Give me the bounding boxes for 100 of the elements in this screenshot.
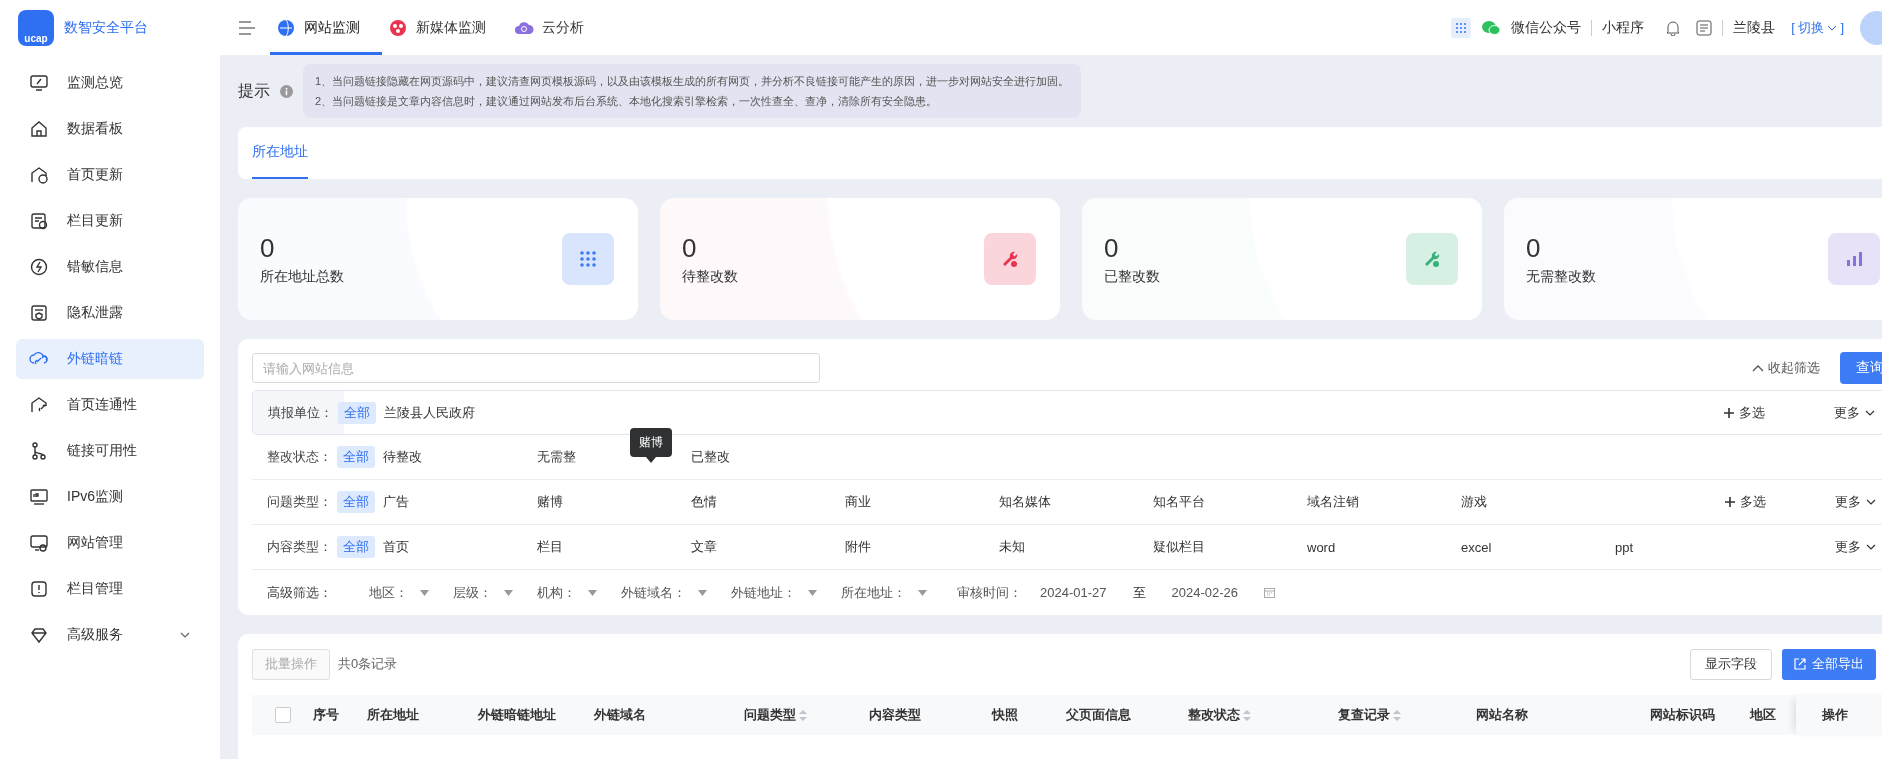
filter-option[interactable]: 广告 (383, 491, 537, 513)
filter-option[interactable]: 知名平台 (1153, 491, 1307, 513)
nav-tab[interactable]: 网站监测 (270, 0, 382, 55)
filter-option[interactable]: 待整改 (383, 446, 537, 468)
sidebar-item[interactable]: 栏目更新 (16, 201, 204, 241)
filter-option[interactable]: 栏目 (537, 536, 691, 558)
column-header: 问题类型 (736, 695, 861, 735)
menu-item-icon (29, 487, 49, 507)
dropdown[interactable]: 外链域名： (621, 583, 707, 602)
caret-down-icon (808, 589, 817, 596)
sidebar-item[interactable]: 首页连通性 (16, 385, 204, 425)
dropdown[interactable]: 机构： (537, 583, 597, 602)
filter-option[interactable]: 文章 (691, 536, 845, 558)
filter-option[interactable]: 知名媒体 (999, 491, 1153, 513)
filter-option[interactable]: 兰陵县人民政府 (384, 401, 538, 424)
filter-option[interactable]: word (1307, 537, 1461, 557)
filter-option[interactable]: 全部 (337, 446, 375, 468)
dropdown[interactable]: 外链地址： (731, 583, 817, 602)
more-button[interactable]: 更多 (1829, 492, 1882, 512)
sort-icon[interactable] (1393, 708, 1401, 722)
filter-option[interactable]: 未知 (999, 536, 1153, 558)
filter-option[interactable]: 域名注销 (1307, 491, 1461, 513)
sidebar-item[interactable]: 首页更新 (16, 155, 204, 195)
hint-label: 提示 (238, 80, 270, 101)
caret-down-icon (588, 589, 597, 596)
sidebar-item[interactable]: 错敏信息 (16, 247, 204, 287)
column-header: 内容类型 (868, 706, 922, 724)
filter-option[interactable]: 首页 (383, 536, 537, 558)
checkbox[interactable] (275, 707, 291, 723)
stat-label: 已整改数 (1104, 267, 1160, 286)
more-button[interactable]: 更多 (1829, 537, 1882, 557)
nav-tab[interactable]: 新媒体监测 (382, 0, 508, 55)
filter-option[interactable]: 全部 (337, 536, 375, 558)
menu-item-icon (29, 533, 49, 553)
app-title: 数智安全平台 (64, 18, 148, 37)
tooltip: 赌博 (630, 428, 672, 463)
filter-option[interactable]: 全部 (338, 401, 376, 424)
header-link[interactable]: 微信公众号 (1511, 18, 1582, 37)
tab[interactable]: 所在地址 (252, 127, 308, 179)
bell-icon[interactable] (1666, 19, 1681, 36)
sidebar-item[interactable]: 外链暗链 (16, 339, 204, 379)
switch-region-button[interactable]: [ 切换 ] (1785, 17, 1850, 38)
filter-option[interactable]: 赌博 (537, 491, 691, 513)
wechat-icon (1481, 19, 1502, 36)
filter-option[interactable]: 附件 (845, 536, 999, 558)
dropdown[interactable]: 层级： (453, 583, 513, 602)
sidebar-item[interactable]: 网站管理 (16, 523, 204, 563)
sidebar-item[interactable]: 监测总览 (16, 63, 204, 103)
export-button[interactable]: 全部导出 (1782, 648, 1876, 680)
filter-option[interactable]: 疑似栏目 (1153, 536, 1307, 558)
column-header: 网站标识码 (1649, 706, 1716, 724)
calendar-icon[interactable] (1264, 587, 1275, 598)
filter-option[interactable]: 已整改 (691, 446, 845, 468)
query-button[interactable]: 查询 (1840, 352, 1882, 384)
caret-down-icon (420, 589, 429, 596)
stat-label: 待整改数 (682, 267, 738, 286)
sidebar-item[interactable]: 栏目管理 (16, 569, 204, 609)
column-header: 快照 (990, 706, 1019, 724)
filter-option[interactable]: excel (1461, 537, 1615, 557)
sidebar-item[interactable]: 隐私泄露 (16, 293, 204, 333)
dropdown[interactable]: 所在地址： (841, 583, 927, 602)
header-link[interactable]: 小程序 (1602, 18, 1645, 37)
hint-text: 2、当问题链接是文章内容信息时，建议通过网站发布后台系统、本地化搜索引擎检索，一次性查全、查净，清除所有安全隐患。 (315, 94, 939, 109)
filter-option[interactable]: 全部 (337, 491, 375, 513)
sidebar-item[interactable]: 高级服务 (16, 615, 204, 655)
start-date-field[interactable]: 2024-01-27 (1040, 585, 1107, 600)
filter-option[interactable]: 游戏 (1461, 491, 1615, 513)
menu-item-icon (29, 579, 49, 599)
export-icon (1794, 658, 1806, 670)
more-button[interactable]: 更多 (1828, 402, 1881, 423)
filter-label: 高级筛选： (266, 583, 333, 602)
apps-icon[interactable] (1451, 17, 1472, 38)
show-fields-button[interactable]: 显示字段 (1690, 648, 1772, 680)
dropdown[interactable]: 地区： (369, 583, 429, 602)
sidebar-item[interactable]: 链接可用性 (16, 431, 204, 471)
date-separator: 至 (1132, 583, 1146, 602)
column-header: 父页面信息 (1065, 706, 1132, 724)
multi-select-button[interactable]: 多选 (1718, 402, 1771, 423)
dictionary-icon[interactable] (1696, 19, 1713, 36)
column-header: 外链域名 (593, 706, 647, 724)
end-date-field[interactable]: 2024-02-26 (1171, 585, 1238, 600)
filter-option[interactable]: ppt (1615, 537, 1769, 557)
nav-tab[interactable]: 云分析 (508, 0, 606, 55)
menu-item-icon (29, 441, 49, 461)
search-field[interactable]: 请输入网站信息 (252, 353, 820, 383)
sidebar-item[interactable]: 数据看板 (16, 109, 204, 149)
filter-option[interactable]: 色情 (691, 491, 845, 513)
sidebar-item[interactable]: IPv6监测 (16, 477, 204, 517)
caret-down-icon (504, 589, 513, 596)
multi-select-button[interactable]: 多选 (1719, 492, 1772, 512)
chevron-down-icon (1866, 499, 1876, 505)
menu-item-icon (29, 211, 49, 231)
menu-icon[interactable] (238, 20, 256, 35)
chevron-up-icon (1752, 364, 1764, 372)
collapse-filter-button[interactable]: 收起筛选 (1746, 358, 1826, 378)
column-header: 外链暗链地址 (477, 706, 557, 724)
filter-option[interactable]: 商业 (845, 491, 999, 513)
sort-icon[interactable] (1243, 708, 1251, 722)
sort-icon[interactable] (799, 708, 807, 722)
filter-label: 审核时间： (957, 583, 1022, 602)
